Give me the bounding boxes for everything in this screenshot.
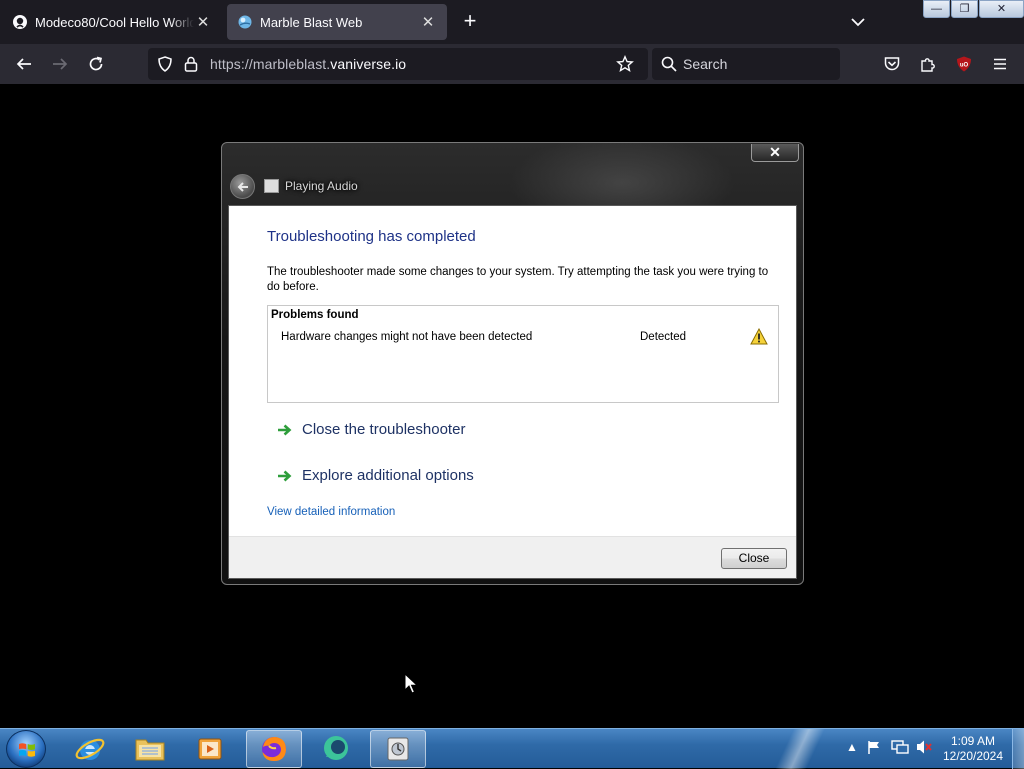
search-placeholder: Search [683,56,728,72]
problems-header: Problems found [271,309,359,321]
search-icon [661,56,677,77]
extensions-puzzle-icon[interactable] [916,52,940,76]
reload-icon[interactable] [84,52,108,76]
description-text: The troubleshooter made some changes to … [267,266,769,293]
clock-time: 1:09 AM [950,734,996,748]
file-explorer-icon[interactable] [122,730,178,768]
action-center-flag-icon[interactable] [866,739,882,758]
volume-muted-icon[interactable] [915,739,933,758]
back-arrow-icon [237,181,248,192]
troubleshooter-icon [264,179,279,193]
taskbar: ▲ 1:09 AM 12/20/2024 [0,728,1024,769]
search-input[interactable]: Search [652,48,840,80]
ublock-origin-icon[interactable]: uO [952,52,976,76]
pocket-icon[interactable] [880,52,904,76]
tab-list-chevron-icon[interactable] [846,10,870,34]
browser-nav-bar: https://marbleblast.vaniverse.io Search … [0,44,1024,84]
show-hidden-icons-chevron-icon[interactable]: ▲ [846,740,858,754]
close-troubleshooter-option[interactable]: Close the troubleshooter [277,421,465,438]
media-player-icon[interactable] [182,730,238,768]
dialog-title: Playing Audio [285,179,358,193]
close-tab-icon[interactable]: ✕ [194,13,212,31]
dialog-footer: Close [229,536,796,578]
restore-icon[interactable]: ❐ [951,0,978,18]
view-detailed-information-link[interactable]: View detailed information [267,506,395,518]
troubleshooter-icon[interactable] [370,730,426,768]
internet-explorer-icon[interactable] [62,730,118,768]
option-label: Close the troubleshooter [302,421,466,438]
dialog-content: Troubleshooting has completed The troubl… [228,205,797,579]
problems-list: Problems found Hardware changes might no… [267,305,779,403]
url-text: https://marbleblast.vaniverse.io [210,56,407,72]
tab-label: Marble Blast Web [260,14,363,30]
tab-label: Modeco80/Cool Hello World code [35,14,194,30]
show-desktop-button[interactable] [1012,729,1024,769]
dialog-close-icon[interactable]: ✕ [751,144,799,162]
minimize-icon[interactable]: — [923,0,950,18]
problem-name: Hardware changes might not have been det… [281,331,533,343]
firefox-icon[interactable] [246,730,302,768]
windows-logo-icon [19,743,35,757]
forward-arrow-icon[interactable] [48,52,72,76]
troubleshooter-dialog: ✕ Playing Audio Troubleshooting has comp… [221,142,804,585]
back-arrow-icon[interactable] [12,52,36,76]
browser-tab-bar: Modeco80/Cool Hello World code ✕ Marble … [0,0,1024,44]
mouse-cursor-icon [404,672,419,695]
warning-icon [750,327,768,345]
system-clock[interactable]: 1:09 AM 12/20/2024 [940,734,1006,764]
lock-icon[interactable] [183,55,199,78]
green-arrow-icon [278,470,292,481]
explore-options-option[interactable]: Explore additional options [277,467,474,484]
close-button[interactable]: Close [721,548,787,569]
address-bar[interactable]: https://marbleblast.vaniverse.io [148,48,648,80]
new-tab-icon[interactable]: + [458,10,482,34]
problem-status: Detected [640,331,687,343]
window-controls: — ❐ ✕ [922,0,1024,20]
clock-date: 12/20/2024 [942,749,1004,763]
tab-github[interactable]: Modeco80/Cool Hello World code ✕ [2,4,222,40]
tab-marble-blast[interactable]: Marble Blast Web ✕ [227,4,447,40]
close-tab-icon[interactable]: ✕ [419,13,437,31]
window-close-icon[interactable]: ✕ [979,0,1024,18]
green-arrow-icon [278,424,292,435]
start-button[interactable] [6,730,46,768]
svg-text:uO: uO [960,63,969,69]
marble-blast-icon [237,14,253,30]
chat-app-icon[interactable] [308,730,364,768]
page-title: Troubleshooting has completed [267,228,476,245]
github-icon [12,14,28,30]
option-label: Explore additional options [302,467,474,484]
network-icon[interactable] [891,739,909,758]
back-button[interactable] [230,174,255,199]
bookmark-star-icon[interactable] [616,55,634,78]
tracking-shield-icon[interactable] [156,55,174,78]
menu-hamburger-icon[interactable] [988,52,1012,76]
